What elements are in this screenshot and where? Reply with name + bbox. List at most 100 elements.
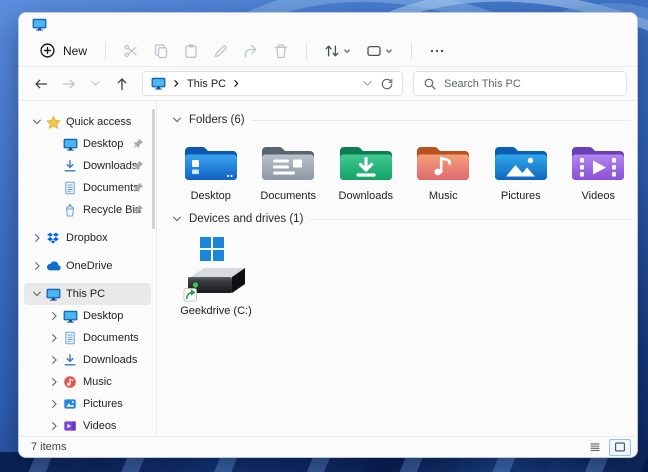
item-label: Geekdrive (C:) xyxy=(180,305,252,317)
sidebar-item-downloads[interactable]: Downloads xyxy=(24,155,151,177)
view-button[interactable] xyxy=(359,38,401,64)
details-view-button[interactable] xyxy=(584,439,606,456)
share-icon xyxy=(243,43,259,59)
chevron-down-icon[interactable] xyxy=(172,214,182,224)
chevron-right-icon[interactable] xyxy=(30,233,43,243)
details-list-icon xyxy=(588,440,602,454)
item-label: Documents xyxy=(260,190,316,202)
sidebar-item-label: Quick access xyxy=(66,116,131,128)
sidebar-item-label: Documents xyxy=(83,332,139,344)
sort-button[interactable] xyxy=(317,38,359,64)
pin-icon xyxy=(133,160,144,174)
chevron-right-icon[interactable] xyxy=(47,377,60,387)
new-button[interactable]: New xyxy=(35,38,95,63)
chevron-right-icon[interactable] xyxy=(172,79,181,88)
new-button-label: New xyxy=(63,44,87,58)
chevron-down-icon[interactable] xyxy=(30,289,43,299)
chevron-right-icon[interactable] xyxy=(232,79,241,88)
copy-button[interactable] xyxy=(146,38,176,64)
download-icon xyxy=(62,159,78,173)
file-explorer-window: This PC New This PC Quick access Desktop D… xyxy=(18,12,638,458)
onedrive-cloud-icon xyxy=(45,259,61,274)
section-header-devices-and-drives-1[interactable]: Devices and drives (1) xyxy=(172,210,637,228)
chevron-right-icon[interactable] xyxy=(47,333,60,343)
sidebar-item-label: Pictures xyxy=(83,398,123,410)
share-button[interactable] xyxy=(236,38,266,64)
dots-icon xyxy=(429,43,445,59)
view-toggle-group xyxy=(584,439,631,456)
pin-icon xyxy=(133,138,144,152)
sidebar-item-pictures[interactable]: Pictures xyxy=(24,393,151,415)
drive-item-geekdrive-c[interactable]: Geekdrive (C:) xyxy=(172,236,260,317)
address-bar[interactable]: This PC xyxy=(142,71,403,96)
sidebar-scrollbar[interactable] xyxy=(152,109,155,229)
music-icon xyxy=(62,375,78,389)
sidebar-item-music[interactable]: Music xyxy=(24,371,151,393)
tiles-row: Geekdrive (C:) xyxy=(172,236,637,317)
breadcrumb-this-pc[interactable]: This PC xyxy=(187,78,226,90)
view-grid-icon xyxy=(366,43,382,59)
dropbox-icon xyxy=(45,231,61,245)
delete-button[interactable] xyxy=(266,38,296,64)
sidebar-item-downloads[interactable]: Downloads xyxy=(24,349,151,371)
search-box xyxy=(413,71,627,96)
sidebar-item-label: Downloads xyxy=(83,160,137,172)
pin-icon xyxy=(133,204,144,218)
sidebar-item-videos[interactable]: Videos xyxy=(24,415,151,436)
toolbar-divider xyxy=(105,42,106,60)
sidebar-item-documents[interactable]: Documents xyxy=(24,327,151,349)
chevron-right-icon[interactable] xyxy=(47,355,60,365)
videos-icon xyxy=(569,137,627,187)
sidebar-item-desktop[interactable]: Desktop xyxy=(24,133,151,155)
address-dropdown-icon[interactable] xyxy=(361,77,374,90)
document-icon xyxy=(62,181,78,195)
plus-circle-icon xyxy=(39,42,56,59)
star-icon xyxy=(45,115,61,130)
recent-locations-button[interactable] xyxy=(85,73,106,94)
chevron-right-icon[interactable] xyxy=(47,399,60,409)
paste-button[interactable] xyxy=(176,38,206,64)
sidebar-item-label: Desktop xyxy=(83,310,123,322)
sidebar-item-quick-access[interactable]: Quick access xyxy=(24,111,151,133)
up-button[interactable] xyxy=(110,72,134,96)
status-bar: 7 items xyxy=(19,436,637,457)
sidebar-list: Quick accessDesktopDownloadsDocumentsRec… xyxy=(19,111,156,436)
sidebar-item-desktop[interactable]: Desktop xyxy=(24,305,151,327)
chevron-right-icon[interactable] xyxy=(30,261,43,271)
folder-item-desktop[interactable]: Desktop xyxy=(172,137,250,202)
refresh-icon[interactable] xyxy=(380,77,394,91)
large-icons-view-button[interactable] xyxy=(609,439,631,456)
section-divider-line xyxy=(310,219,631,220)
chevron-right-icon[interactable] xyxy=(47,421,60,431)
arrow-up-icon xyxy=(114,76,130,92)
sidebar-item-label: Music xyxy=(83,376,112,388)
chevron-down-icon[interactable] xyxy=(172,115,182,125)
chevron-down-icon xyxy=(342,46,352,56)
folder-item-videos[interactable]: Videos xyxy=(560,137,638,202)
sidebar-item-dropbox[interactable]: Dropbox xyxy=(24,227,151,249)
toolbar-items xyxy=(95,38,452,64)
folder-item-pictures[interactable]: Pictures xyxy=(482,137,560,202)
sidebar-item-recycle-bin[interactable]: Recycle Bin xyxy=(24,199,151,221)
rename-button[interactable] xyxy=(206,38,236,64)
folder-item-documents[interactable]: Documents xyxy=(250,137,328,202)
back-button[interactable] xyxy=(29,72,53,96)
folder-item-music[interactable]: Music xyxy=(405,137,483,202)
sidebar-item-onedrive[interactable]: OneDrive xyxy=(24,255,151,277)
more-button[interactable] xyxy=(422,38,452,64)
sidebar-item-this-pc[interactable]: This PC xyxy=(24,283,151,305)
section-header-folders-6[interactable]: Folders (6) xyxy=(172,111,637,129)
forward-button[interactable] xyxy=(57,72,81,96)
title-bar[interactable]: This PC xyxy=(19,13,637,35)
monitor-icon xyxy=(45,287,61,302)
sidebar-item-documents[interactable]: Documents xyxy=(24,177,151,199)
pictures-icon xyxy=(492,137,550,187)
downloads-icon xyxy=(337,137,395,187)
chevron-right-icon[interactable] xyxy=(47,311,60,321)
cut-button[interactable] xyxy=(116,38,146,64)
folder-item-downloads[interactable]: Downloads xyxy=(327,137,405,202)
chevron-down-icon[interactable] xyxy=(30,117,43,127)
sort-icon xyxy=(324,43,340,59)
search-input[interactable] xyxy=(444,78,617,90)
sidebar-item-label: Dropbox xyxy=(66,232,108,244)
